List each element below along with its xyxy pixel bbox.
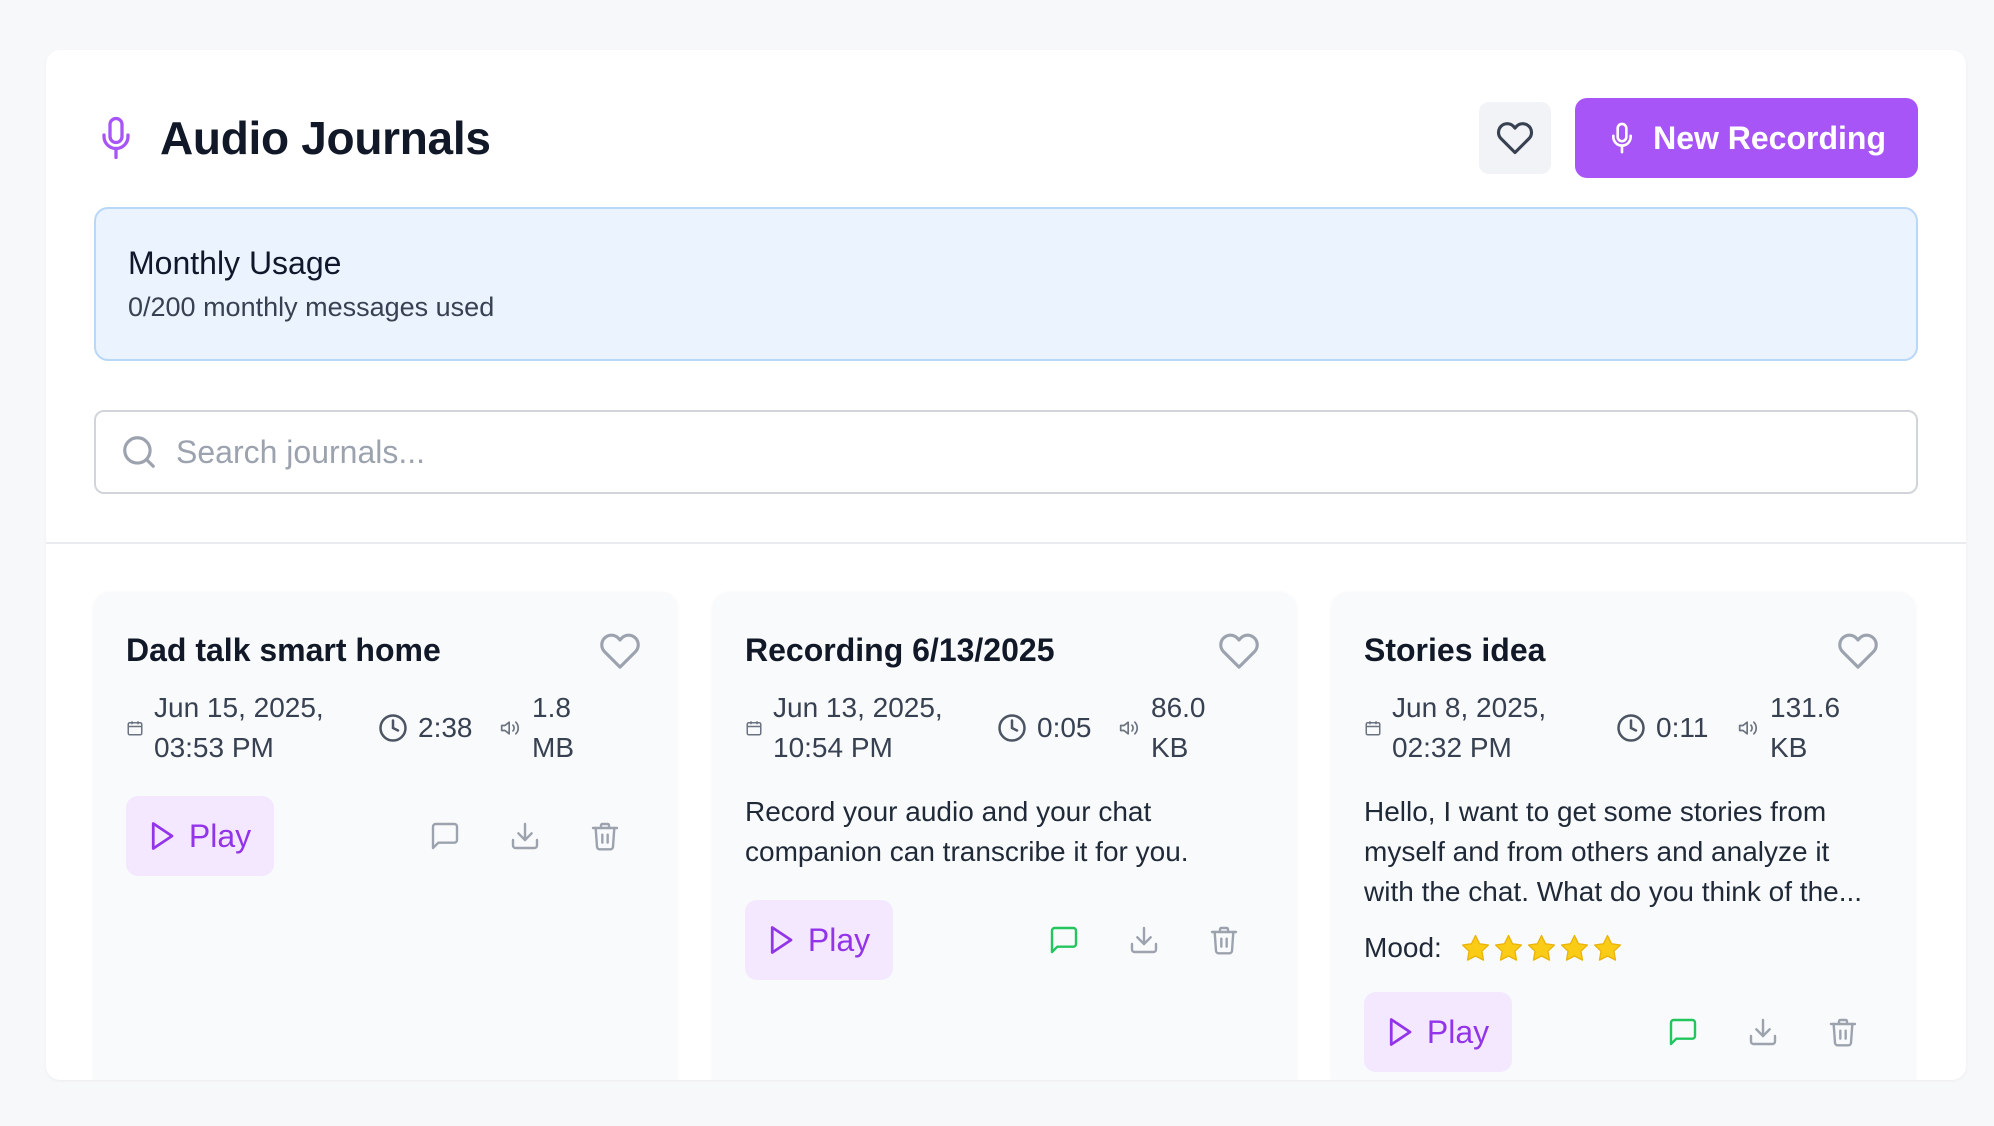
star-icon [1494,934,1522,961]
journal-title: Dad talk smart home [126,632,441,668]
favorite-heart-icon[interactable] [1218,630,1260,672]
star-icon [1527,934,1555,961]
chat-icon[interactable] [429,820,461,852]
journal-date: Jun 15, 2025, [154,692,324,723]
journal-size-value: 86.0 [1151,692,1206,723]
chat-icon[interactable] [1048,924,1080,956]
play-icon [770,926,793,954]
journal-title: Stories idea [1364,632,1546,668]
play-icon [1389,1018,1412,1046]
page-title: Audio Journals [160,112,491,164]
journals-panel: Audio Journals New Recording Monthly Usa… [46,50,1966,1080]
volume-icon [1119,721,1139,735]
journal-transcript: Hello, I want to get some stories from m… [1364,796,1863,907]
volume-icon [1738,721,1758,735]
clock-icon [379,714,407,742]
download-icon[interactable] [1128,924,1160,956]
mood-rating: Mood: [1364,932,1883,964]
journal-size-unit: KB [1770,732,1808,763]
search-bar [94,410,1918,494]
journal-transcript: Record your audio and your chat companio… [745,796,1189,867]
calendar-icon [746,721,762,736]
divider [46,542,1966,544]
page-header: Audio Journals New Recording [94,98,1918,178]
play-label: Play [188,817,252,854]
journal-actions: Play [1364,992,1883,1072]
header-actions: New Recording [1479,98,1918,178]
clock-icon [1617,714,1645,742]
trash-icon[interactable] [1208,924,1240,956]
play-label: Play [807,921,871,958]
calendar-icon [1365,721,1381,736]
journal-duration: 0:05 [1037,712,1092,743]
favorite-heart-icon[interactable] [1837,630,1879,672]
play-icon [151,822,174,850]
journal-size-value: 131.6 [1770,692,1841,723]
usage-title: Monthly Usage [128,245,342,281]
download-icon[interactable] [1747,1016,1779,1048]
journal-date: Jun 8, 2025, [1392,692,1547,723]
play-button[interactable]: Play [1364,992,1512,1072]
heart-icon [1497,122,1534,155]
mood-stars [1460,933,1623,964]
journal-size-value: 1.8 [532,692,571,723]
clock-icon [998,714,1026,742]
search-input[interactable] [176,433,1916,471]
journal-card[interactable]: Stories idea Jun 8, 2025, 02:32 PM 0:11 1… [1332,592,1915,1080]
journal-card-list: Dad talk smart home Jun 15, 2025, 03:53 P… [94,592,1918,1080]
journal-meta: Jun 13, 2025, 10:54 PM 0:05 86.0 KB [745,688,1264,768]
new-recording-button[interactable]: New Recording [1575,98,1918,178]
journal-actions: Play [745,900,1264,980]
title-group: Audio Journals [94,111,491,165]
journal-size-unit: MB [532,732,574,763]
journal-actions: Play [126,796,645,876]
microphone-icon [94,114,138,162]
star-icon [1593,934,1621,961]
journal-date: Jun 13, 2025, [773,692,943,723]
journal-duration: 0:11 [1656,712,1709,743]
star-icon [1560,934,1588,961]
favorites-filter-button[interactable] [1479,102,1552,174]
journal-time: 03:53 PM [154,732,274,763]
usage-count: 0/200 monthly messages used [128,292,495,322]
favorite-heart-icon[interactable] [599,630,641,672]
download-icon[interactable] [509,820,541,852]
microphone-icon [1612,122,1633,154]
play-label: Play [1426,1013,1490,1050]
monthly-usage-banner: Monthly Usage 0/200 monthly messages use… [94,207,1918,361]
journal-time: 10:54 PM [773,732,893,763]
calendar-icon [127,721,143,736]
new-recording-label: New Recording [1653,119,1886,156]
chat-icon[interactable] [1667,1016,1699,1048]
journal-time: 02:32 PM [1392,732,1512,763]
journal-size-unit: KB [1151,732,1189,763]
journal-title: Recording 6/13/2025 [745,632,1055,668]
trash-icon[interactable] [589,820,621,852]
trash-icon[interactable] [1827,1016,1859,1048]
journal-duration: 2:38 [418,712,473,743]
star-icon [1461,934,1489,961]
journal-card[interactable]: Recording 6/13/2025 Jun 13, 2025, 10:54 P… [713,592,1296,1080]
journal-meta: Jun 8, 2025, 02:32 PM 0:11 131.6 KB [1364,688,1883,768]
search-icon [123,436,155,468]
play-button[interactable]: Play [126,796,274,876]
play-button[interactable]: Play [745,900,893,980]
journal-meta: Jun 15, 2025, 03:53 PM 2:38 1.8 MB [126,688,645,768]
volume-icon [500,721,520,735]
journal-card[interactable]: Dad talk smart home Jun 15, 2025, 03:53 P… [94,592,677,1080]
mood-label: Mood: [1364,932,1442,963]
